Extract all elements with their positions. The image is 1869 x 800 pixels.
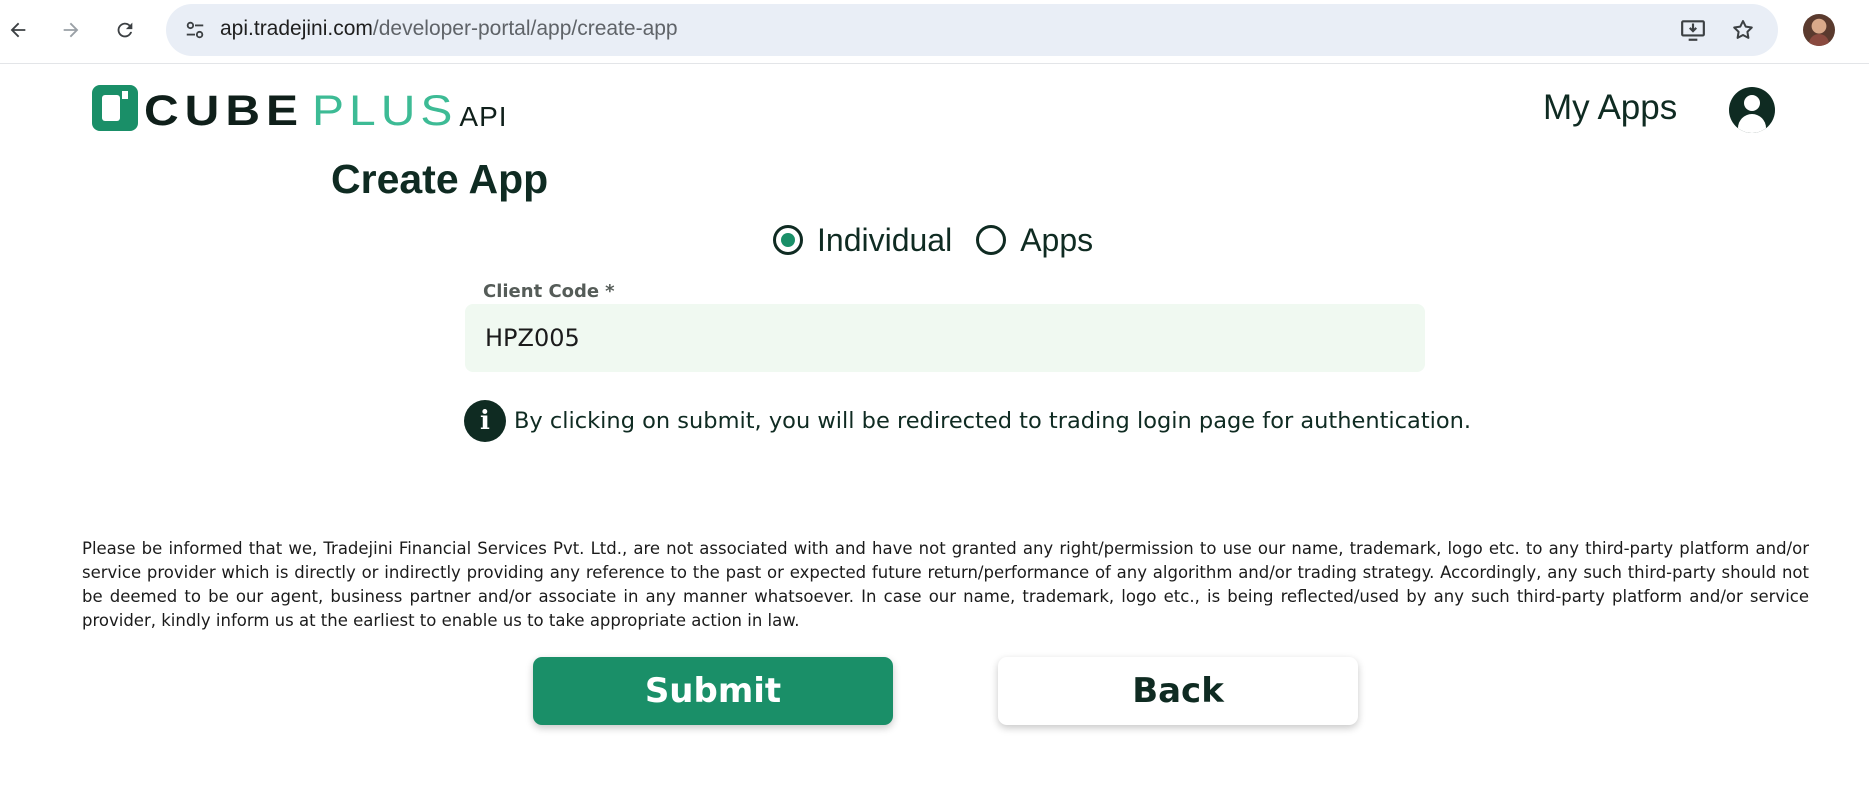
browser-toolbar: api.tradejini.com/developer-portal/app/c…	[0, 0, 1869, 64]
radio-apps[interactable]: Apps	[976, 222, 1093, 259]
url-path: /developer-portal/app/create-app	[372, 17, 678, 40]
site-info-icon[interactable]	[180, 16, 210, 44]
required-marker: *	[605, 281, 615, 302]
client-code-label: Client Code *	[483, 281, 615, 302]
reload-icon[interactable]	[107, 12, 143, 48]
bookmark-star-icon[interactable]	[1728, 16, 1758, 44]
app-type-radio-group: Individual Apps	[773, 218, 1093, 262]
address-bar[interactable]: api.tradejini.com/developer-portal/app/c…	[166, 4, 1778, 56]
user-head	[1744, 95, 1760, 111]
radio-apps-label[interactable]: Apps	[1020, 222, 1093, 259]
browser-profile-avatar[interactable]	[1803, 14, 1835, 46]
disclaimer-text: Please be informed that we, Tradejini Fi…	[82, 539, 1809, 630]
radio-unchecked-icon[interactable]	[976, 225, 1007, 255]
radio-individual-label[interactable]: Individual	[817, 222, 952, 259]
my-apps-link[interactable]: My Apps	[1543, 88, 1677, 128]
user-account-icon[interactable]	[1729, 87, 1775, 133]
logo-plus-text: PLUS	[312, 87, 458, 135]
info-notice: i By clicking on submit, you will be red…	[464, 400, 1471, 442]
radio-checked-icon[interactable]	[773, 225, 803, 255]
back-arrow-icon[interactable]	[0, 12, 36, 48]
logo-mark-icon	[92, 85, 138, 131]
cubeplus-api-logo[interactable]: CUBE PLUS API	[92, 83, 508, 135]
user-body	[1738, 114, 1766, 133]
back-button[interactable]: Back	[998, 657, 1358, 725]
client-code-label-text: Client Code	[483, 281, 600, 302]
radio-individual[interactable]: Individual	[773, 222, 952, 259]
url-text[interactable]: api.tradejini.com/developer-portal/app/c…	[220, 17, 678, 41]
url-host: api.tradejini.com	[220, 17, 373, 40]
client-code-input[interactable]	[465, 304, 1425, 372]
logo-cube-text: CUBE	[144, 87, 305, 135]
info-icon: i	[464, 400, 506, 442]
install-app-icon[interactable]	[1678, 16, 1708, 44]
logo-api-text: API	[459, 101, 508, 132]
page-title: Create App	[331, 156, 549, 202]
info-text: By clicking on submit, you will be redir…	[514, 408, 1472, 434]
submit-button[interactable]: Submit	[533, 657, 893, 725]
forward-arrow-icon[interactable]	[53, 12, 89, 48]
